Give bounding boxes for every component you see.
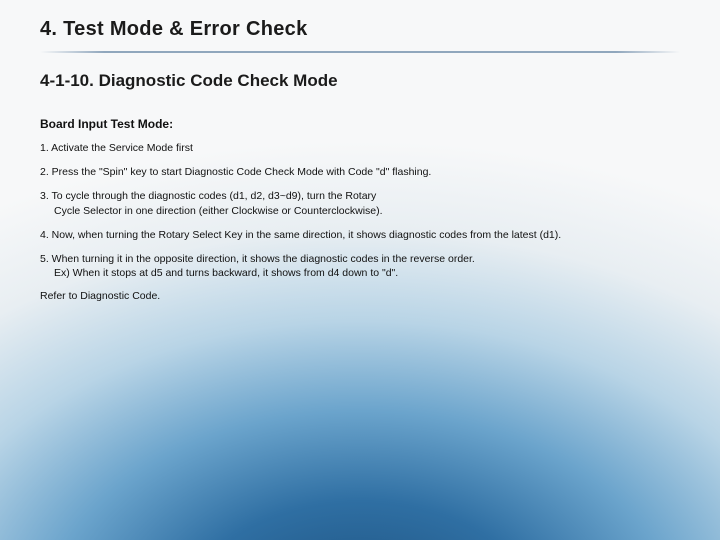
step-3-line1: 3. To cycle through the diagnostic codes… <box>40 190 376 202</box>
step-2: 2. Press the "Spin" key to start Diagnos… <box>40 165 680 179</box>
refer-note: Refer to Diagnostic Code. <box>40 290 680 302</box>
step-5: 5. When turning it in the opposite direc… <box>40 252 680 280</box>
step-3: 3. To cycle through the diagnostic codes… <box>40 189 680 217</box>
step-1: 1. Activate the Service Mode first <box>40 141 680 155</box>
step-3-line2: Cycle Selector in one direction (either … <box>40 204 680 218</box>
section-title: 4-1-10. Diagnostic Code Check Mode <box>40 71 680 91</box>
slide: 4. Test Mode & Error Check 4-1-10. Diagn… <box>0 0 720 540</box>
step-4: 4. Now, when turning the Rotary Select K… <box>40 228 680 242</box>
title-divider <box>40 51 680 53</box>
chapter-title: 4. Test Mode & Error Check <box>40 18 680 41</box>
step-5-line2: Ex) When it stops at d5 and turns backwa… <box>40 266 680 280</box>
step-5-line1: 5. When turning it in the opposite direc… <box>40 253 475 265</box>
subhead: Board Input Test Mode: <box>40 117 680 131</box>
